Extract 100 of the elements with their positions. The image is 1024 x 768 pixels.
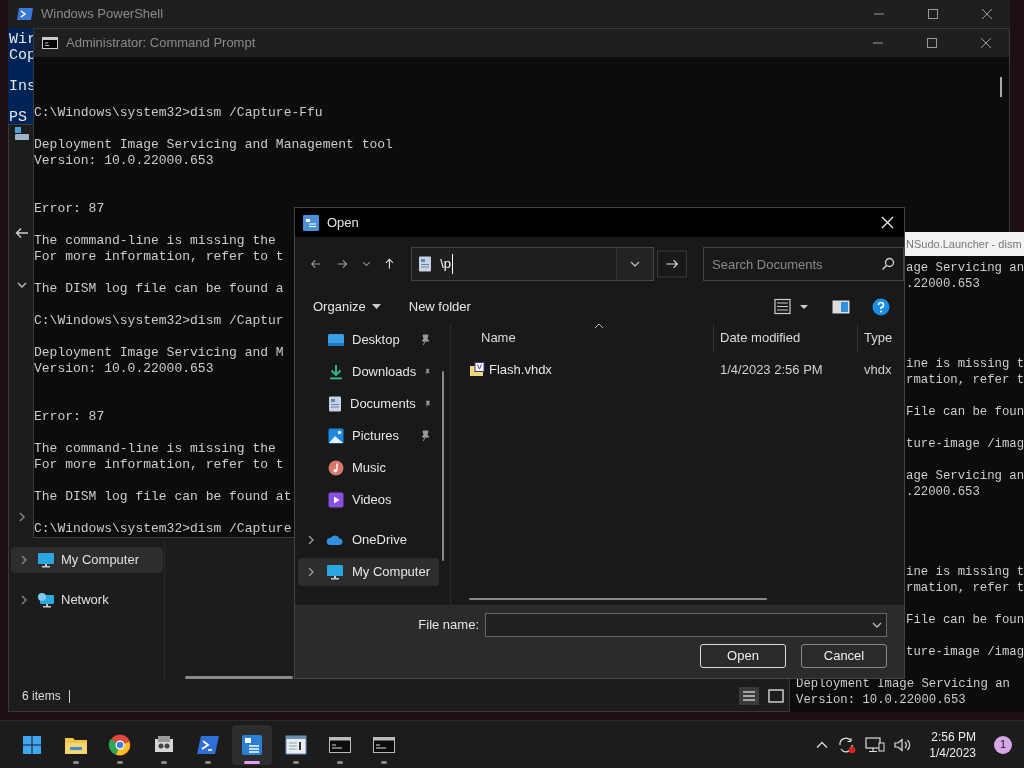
nav-item[interactable]: Music — [298, 454, 439, 482]
column-header[interactable]: Date modified — [713, 324, 857, 352]
volume-icon[interactable] — [893, 736, 912, 753]
terminal-line: ture-image /imag — [906, 436, 1024, 452]
terminal-line: Version: 10.0.22000.653 — [34, 153, 214, 169]
nav-item[interactable]: Documents — [298, 390, 439, 418]
nav-item[interactable]: My Computer — [11, 547, 163, 573]
terminal-line: File can be foun — [906, 404, 1024, 420]
dialog-app-icon — [303, 214, 319, 231]
video-icon — [328, 492, 344, 508]
scrollbar[interactable] — [185, 676, 293, 679]
cloud-icon — [326, 534, 344, 546]
monitor-icon — [326, 564, 344, 580]
terminal-line: ine is missing t — [906, 564, 1024, 580]
monitor-icon — [37, 552, 55, 568]
nav-item[interactable]: Pictures — [298, 422, 439, 450]
window-title: NSudo.Launcher - dism — [906, 236, 1022, 252]
column-header[interactable]: Name — [451, 324, 713, 352]
terminal-line: Error: 87 — [34, 201, 105, 217]
taskbar-app-button[interactable] — [232, 724, 272, 765]
search-field[interactable]: Search Documents — [703, 247, 904, 281]
download-icon — [328, 364, 344, 380]
preview-pane-icon[interactable] — [832, 300, 850, 314]
back-arrow-icon[interactable] — [14, 226, 29, 240]
dialog-app-icon — [240, 732, 264, 757]
new-folder-button[interactable]: New folder — [400, 294, 479, 320]
terminal-line: age Servicing an — [906, 260, 1024, 276]
terminal-line: Version: 10.0.22000.653 — [796, 692, 966, 708]
file-name-field[interactable] — [485, 613, 887, 637]
tiles-view-icon[interactable] — [767, 687, 785, 705]
desktop-icon — [328, 333, 344, 347]
terminal-line: For more information, refer to t — [34, 457, 284, 473]
terminal-line: The command-line is missing the — [34, 441, 276, 457]
notification-badge[interactable]: 1 — [994, 735, 1012, 754]
terminal-line: PS — [9, 110, 27, 126]
nav-item[interactable]: Desktop — [298, 326, 439, 354]
window-icon — [284, 732, 308, 757]
scrollbar[interactable] — [1000, 77, 1002, 97]
terminal-line: Wir — [9, 32, 36, 48]
picture-icon — [328, 428, 344, 444]
terminal-line: age Servicing an — [906, 468, 1024, 484]
terminal-line: rmation, refer t — [906, 580, 1024, 596]
network-icon — [37, 592, 55, 608]
terminal-line: The DISM log file can be found a — [34, 281, 284, 297]
terminal-line: .22000.653 — [906, 484, 980, 500]
view-options-icon[interactable] — [774, 298, 810, 316]
file-name: Flash.vhdx — [489, 361, 552, 380]
scrollbar[interactable] — [469, 598, 767, 600]
console-icon — [42, 37, 58, 49]
terminal-line: Deployment Image Servicing an — [796, 676, 1010, 692]
terminal-line: The command-line is missing the — [34, 233, 276, 249]
drive-icon — [13, 127, 30, 141]
terminal-line: C:\Windows\system32>dism /Capture — [34, 521, 292, 537]
terminal-line: ine is missing t — [906, 356, 1024, 372]
terminal-line: rmation, refer t — [906, 372, 1024, 388]
terminal-line: File can be foun — [906, 612, 1024, 628]
cancel-button[interactable]: Cancel — [801, 644, 887, 668]
status-text: 6 items — [22, 688, 61, 705]
terminal-line: Deployment Image Servicing and M — [34, 345, 284, 361]
sort-caret-icon — [594, 323, 604, 329]
nav-item[interactable]: My Computer — [298, 558, 439, 586]
organize-menu-button[interactable]: Organize — [305, 294, 389, 320]
terminal-line: Deployment Image Servicing and Management tool — [34, 137, 393, 153]
address-text: \p — [440, 254, 453, 274]
scrollbar[interactable] — [442, 371, 444, 561]
caret-down-icon — [371, 304, 381, 310]
help-icon[interactable] — [872, 298, 890, 316]
nav-item[interactable]: Downloads — [298, 358, 439, 386]
file-type: vhdx — [863, 361, 893, 380]
music-note-icon — [328, 460, 344, 476]
document-icon — [418, 256, 433, 272]
nav-item[interactable]: OneDrive — [298, 526, 439, 554]
document-icon — [328, 396, 342, 412]
file-date: 1/4/2023 2:56 PM — [719, 361, 824, 380]
search-icon[interactable] — [881, 257, 895, 271]
details-view-icon[interactable] — [739, 687, 759, 705]
window-title: Administrator: Command Prompt — [66, 34, 256, 53]
terminal-line: Error: 87 — [34, 409, 105, 425]
clock[interactable]: 2:56 PM 1/4/2023 — [923, 728, 982, 761]
network-icon[interactable] — [865, 735, 886, 754]
window-title: Windows PowerShell — [41, 5, 164, 24]
sync-icon[interactable] — [837, 735, 858, 754]
open-button[interactable]: Open — [700, 644, 786, 668]
vhd-file-icon — [469, 362, 485, 378]
terminal-line: ture-image /imag — [906, 644, 1024, 660]
field-label: File name: — [418, 616, 479, 635]
terminal-line: For more information, refer to t — [34, 249, 284, 265]
terminal-line: C:\Windows\system32>dism /Captur — [34, 313, 284, 329]
browser-icon — [108, 732, 132, 757]
terminal-line: .22000.653 — [906, 276, 980, 292]
nav-item[interactable]: Network — [11, 587, 163, 613]
column-header[interactable]: Type — [857, 324, 904, 352]
address-bar[interactable]: \p — [411, 247, 655, 281]
file-row[interactable]: Flash.vhdx 1/4/2023 2:56 PM vhdx — [451, 356, 904, 384]
dialog-title: Open — [327, 213, 359, 232]
terminal-prompt-icon — [17, 7, 33, 21]
terminal-line: Version: 10.0.22000.653 — [34, 361, 214, 377]
terminal-line: C:\Windows\system32>dism /Capture-Ffu — [34, 105, 323, 121]
nav-item[interactable]: Videos — [298, 486, 439, 514]
terminal-line: The DISM log file can be found at — [34, 489, 292, 505]
